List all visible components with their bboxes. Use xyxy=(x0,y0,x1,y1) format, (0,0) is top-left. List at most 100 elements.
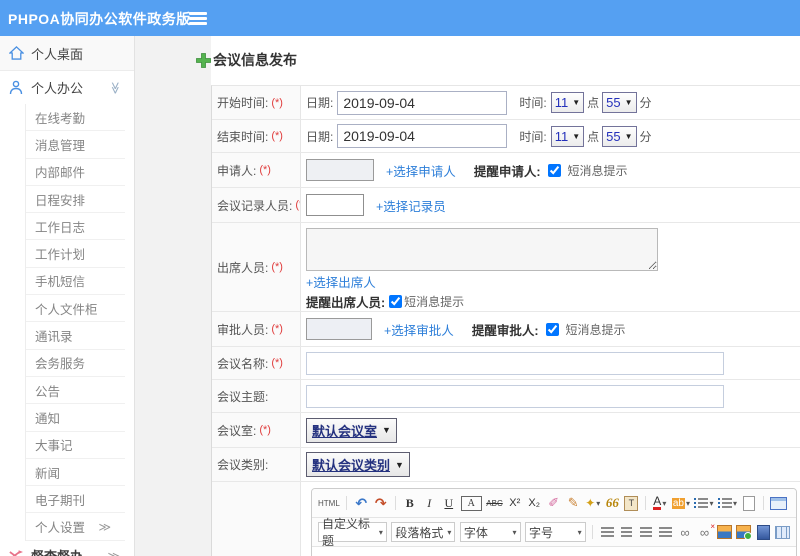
upload-image-button[interactable] xyxy=(736,524,753,541)
remind-attendees-label: 提醒出席人员: xyxy=(306,296,386,310)
sidebar-item-personal-file-cabinet[interactable]: 个人文件柜 xyxy=(26,295,125,323)
sidebar: 个人桌面 个人办公 ≫ 在线考勤 消息管理 内部邮件 日程安排 工作日志 工作计… xyxy=(0,36,135,556)
bold-button[interactable]: B xyxy=(402,495,417,512)
ordered-list-button[interactable]: ▾ xyxy=(694,495,713,512)
redo-button[interactable]: ↷ xyxy=(373,495,388,512)
sidebar-item-work-log[interactable]: 工作日志 xyxy=(26,213,125,241)
sidebar-item-online-attendance[interactable]: 在线考勤 xyxy=(26,104,125,132)
undo-button[interactable]: ↶ xyxy=(354,495,369,512)
sidebar-item-schedule[interactable]: 日程安排 xyxy=(26,186,125,214)
font-attributes-button[interactable]: A xyxy=(460,495,482,511)
start-minute-select[interactable]: 55 ▼ xyxy=(602,92,637,113)
align-center-button[interactable] xyxy=(619,524,634,541)
recorder-input[interactable] xyxy=(306,194,364,216)
sidebar-item-meeting-services[interactable]: 会务服务 xyxy=(26,350,125,377)
field-cell xyxy=(301,380,800,412)
select-approver-link[interactable]: +选择审批人 xyxy=(384,320,454,339)
underline-button[interactable]: U xyxy=(441,495,456,512)
blockquote-button[interactable]: 66 xyxy=(605,495,620,512)
strikethrough-button[interactable]: ABC xyxy=(486,495,502,512)
minute-unit-label: 分 xyxy=(639,96,652,110)
font-family-select[interactable]: 字体 ▾ xyxy=(459,522,521,542)
sidebar-item-mobile-sms[interactable]: 手机短信 xyxy=(26,268,125,296)
heading-style-select[interactable]: 自定义标题 ▾ xyxy=(318,517,387,548)
font-size-select[interactable]: 字号 ▾ xyxy=(525,522,586,542)
plus-icon xyxy=(196,52,211,68)
align-justify-button[interactable] xyxy=(658,524,673,541)
approver-input[interactable] xyxy=(306,318,372,340)
toolbar-separator xyxy=(644,496,646,510)
attendees-textarea[interactable] xyxy=(306,228,658,271)
required-marker: (*) xyxy=(271,130,283,142)
insert-media-button[interactable] xyxy=(756,524,771,541)
fullscreen-button[interactable] xyxy=(770,495,788,512)
meeting-name-input[interactable] xyxy=(306,351,724,375)
editor-toolbar-row1: HTML ↶ ↷ B I U A ABC X² X₂ ✐ ✎ ✦ ▾ 66 T … xyxy=(312,489,796,518)
field-cell: 日期: 时间: 11▼ 点 55▼ 分 xyxy=(301,120,800,152)
new-document-button[interactable] xyxy=(741,495,756,512)
menu-toggle-icon[interactable] xyxy=(189,12,207,25)
subscript-button[interactable]: X₂ xyxy=(527,495,542,512)
row-attendees: 出席人员: (*) +选择出席人 提醒出席人员: 短消息提示 xyxy=(212,223,800,312)
remove-format-icon[interactable]: ✐ xyxy=(546,495,561,512)
sidebar-item-contacts[interactable]: 通讯录 xyxy=(26,322,125,350)
row-recorder: 会议记录人员:(*) +选择记录员 xyxy=(212,188,800,223)
date-label: 日期: xyxy=(306,96,334,110)
attendees-sms-checkbox[interactable] xyxy=(389,295,403,308)
sidebar-item-work-plan[interactable]: 工作计划 xyxy=(26,240,125,268)
applicant-sms-checkbox[interactable] xyxy=(548,163,562,177)
paragraph-format-select[interactable]: 段落格式 ▾ xyxy=(391,522,456,542)
select-attendees-link[interactable]: +选择出席人 xyxy=(306,272,376,291)
sms-notify-label: 短消息提示 xyxy=(565,322,626,337)
meeting-room-select[interactable]: 默认会议室 ▼ xyxy=(306,417,397,443)
sidebar-item-e-journal[interactable]: 电子期刊 xyxy=(26,486,125,514)
html-source-button[interactable]: HTML xyxy=(318,495,340,512)
approver-sms-checkbox[interactable] xyxy=(546,322,560,336)
sidebar-item-personal-settings[interactable]: 个人设置 ≫ xyxy=(26,513,125,541)
meeting-subject-input[interactable] xyxy=(306,384,724,408)
row-end-time: 结束时间:(*) 日期: 时间: 11▼ 点 55▼ 分 xyxy=(212,120,800,153)
time-label: 时间: xyxy=(519,96,547,110)
fullscreen-icon xyxy=(770,496,788,510)
dropdown-arrow-icon: ▾ xyxy=(685,498,690,508)
sidebar-item-news[interactable]: 新闻 xyxy=(26,459,125,487)
sidebar-item-internal-mail[interactable]: 内部邮件 xyxy=(26,159,125,186)
end-minute-select[interactable]: 55 ▼ xyxy=(602,125,637,147)
format-brush-icon[interactable]: ✎ xyxy=(566,495,581,512)
italic-button[interactable]: I xyxy=(422,495,437,512)
highlight-color-button[interactable]: ab ▾ xyxy=(671,495,690,512)
end-date-input[interactable] xyxy=(337,124,508,148)
insert-link-icon[interactable]: ∞ xyxy=(678,524,693,541)
end-hour-select[interactable]: 11 ▼ xyxy=(550,125,585,147)
form-table: 开始时间:(*) 日期: 时间: 11▼ 点 55▼ 分 结束时间:(*) 日期… xyxy=(211,85,800,556)
meeting-category-select[interactable]: 默认会议类别 ▼ xyxy=(306,452,410,477)
remove-link-icon[interactable]: ∞ × xyxy=(697,522,715,541)
select-applicant-link[interactable]: +选择申请人 xyxy=(386,161,456,180)
editor-content[interactable] xyxy=(312,547,796,556)
sidebar-item-memorabilia[interactable]: 大事记 xyxy=(26,432,125,459)
toolbar-separator xyxy=(394,496,396,510)
select-recorder-link[interactable]: +选择记录员 xyxy=(376,196,446,215)
dropdown-arrow-icon: ▼ xyxy=(624,98,633,107)
new-document-icon xyxy=(742,495,755,511)
sidebar-item-message-management[interactable]: 消息管理 xyxy=(26,131,125,159)
insert-image-button[interactable] xyxy=(716,524,732,541)
insert-table-button[interactable] xyxy=(775,524,791,541)
sidebar-item-personal-office[interactable]: 个人办公 ≫ xyxy=(0,71,134,104)
paste-icon[interactable]: T xyxy=(624,495,639,511)
applicant-input[interactable] xyxy=(306,159,374,181)
sidebar-item-personal-desktop[interactable]: 个人桌面 xyxy=(0,36,134,71)
align-left-button[interactable] xyxy=(600,524,615,541)
sidebar-item-supervision[interactable]: 督查督办 ≫ xyxy=(0,541,134,556)
align-right-button[interactable] xyxy=(639,524,654,541)
start-date-input[interactable] xyxy=(337,90,508,115)
start-hour-select[interactable]: 11 ▼ xyxy=(550,92,585,113)
sidebar-item-announcements[interactable]: 公告 xyxy=(26,377,125,405)
superscript-button[interactable]: X² xyxy=(507,495,522,512)
field-label: 会议室: (*) xyxy=(212,413,301,447)
font-color-button[interactable]: A ▾ xyxy=(652,495,667,512)
dropdown-arrow-icon: ▼ xyxy=(624,131,633,141)
sidebar-item-notices[interactable]: 通知 xyxy=(26,404,125,432)
paint-format-icon[interactable]: ✦ ▾ xyxy=(585,495,600,512)
unordered-list-button[interactable]: ▾ xyxy=(717,495,737,512)
